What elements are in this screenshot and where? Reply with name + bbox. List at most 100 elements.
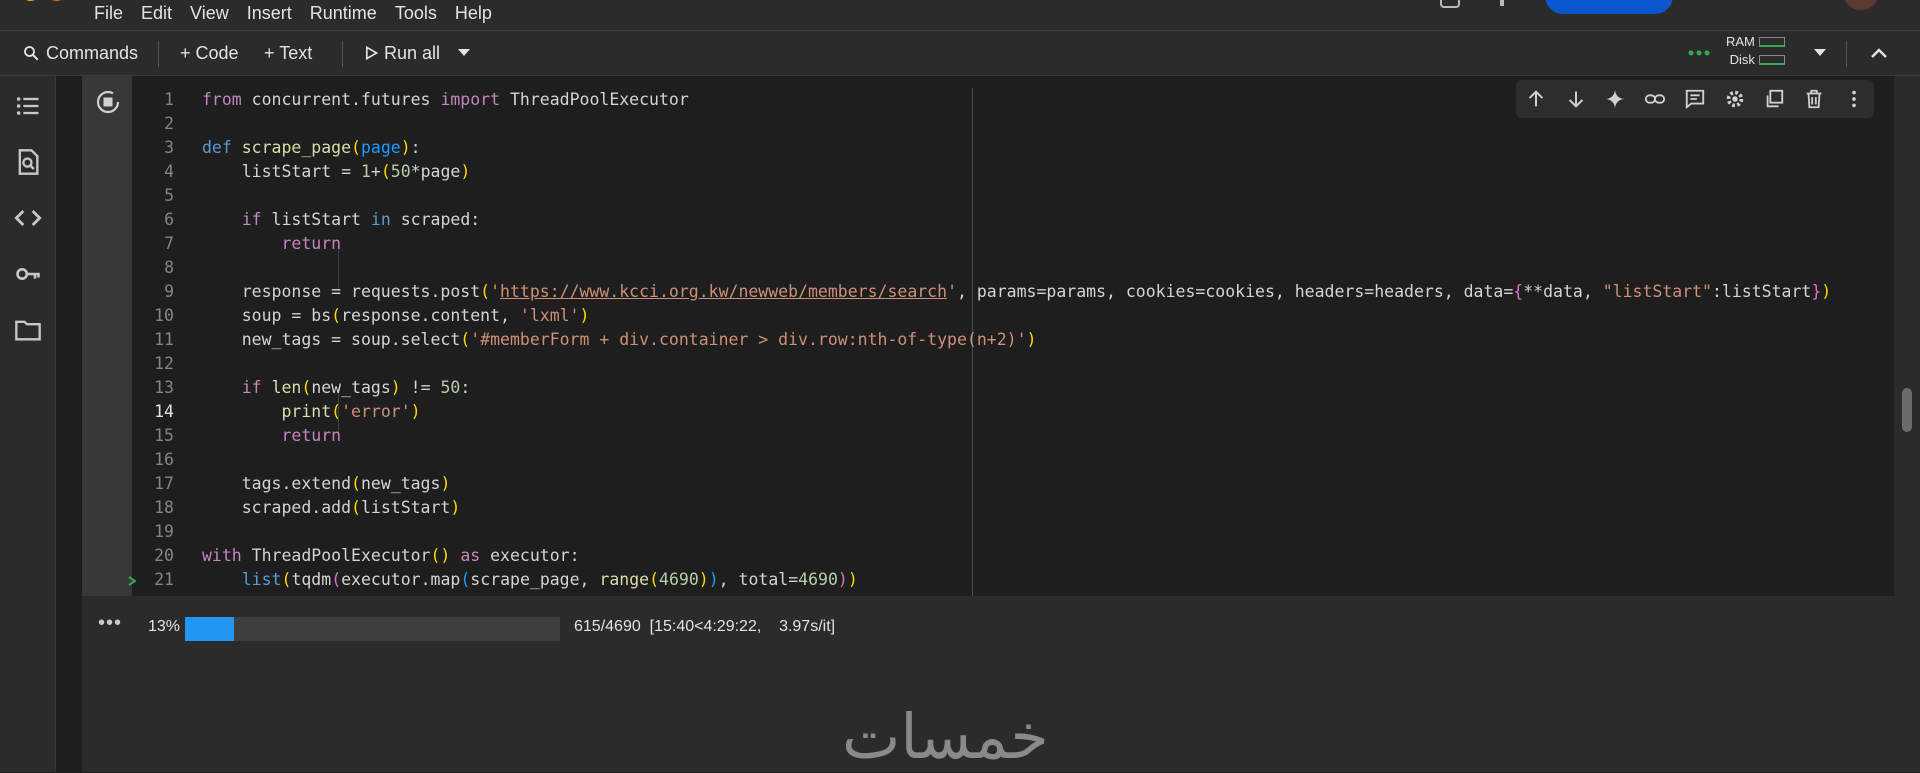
code-snippets-icon[interactable] bbox=[14, 204, 42, 232]
commands-button[interactable]: Commands bbox=[22, 31, 138, 75]
chevron-down-icon bbox=[458, 49, 470, 56]
runtime-status[interactable] bbox=[1688, 31, 1712, 75]
line-number: 18 bbox=[154, 498, 174, 517]
secrets-key-icon[interactable] bbox=[14, 260, 42, 288]
cell-gutter bbox=[82, 76, 132, 596]
notebook-toolbar: Commands + Code + Text Run all RAM Disk bbox=[0, 30, 1920, 76]
line-code: listStart = 1+(50*page) bbox=[202, 162, 471, 181]
disk-meter bbox=[1758, 55, 1785, 65]
chevron-up-icon bbox=[1871, 48, 1887, 58]
resource-monitor[interactable]: RAM Disk bbox=[1726, 33, 1785, 69]
menu-tools[interactable]: Tools bbox=[395, 0, 437, 26]
menu-file[interactable]: File bbox=[94, 0, 123, 26]
files-folder-icon[interactable] bbox=[14, 316, 42, 344]
line-number: 21 bbox=[154, 570, 174, 589]
line-code: def scrape_page(page): bbox=[202, 138, 421, 157]
line-code: new_tags = soup.select('#memberForm + di… bbox=[202, 330, 1037, 349]
menu-edit[interactable]: Edit bbox=[141, 0, 172, 26]
delete-icon[interactable] bbox=[1803, 88, 1825, 110]
add-text-label: + Text bbox=[264, 42, 313, 63]
colab-logo-icon bbox=[26, 0, 61, 1]
line-code: return bbox=[281, 234, 342, 253]
commands-label: Commands bbox=[46, 42, 139, 63]
toolbar-divider bbox=[158, 41, 159, 67]
fold-arrow-icon bbox=[128, 576, 136, 586]
main-menu: File Edit View Insert Runtime Tools Help bbox=[94, 0, 492, 26]
toolbar-divider bbox=[342, 41, 343, 67]
line-number: 1 bbox=[164, 90, 174, 109]
line-number: 19 bbox=[154, 522, 174, 541]
line-number: 11 bbox=[154, 330, 174, 349]
line-number: 13 bbox=[154, 378, 174, 397]
line-code: response = requests.post('https://www.kc… bbox=[202, 282, 1832, 301]
run-all-button[interactable]: Run all bbox=[364, 31, 440, 75]
connected-dots-icon bbox=[1688, 50, 1710, 56]
line-number: 12 bbox=[154, 354, 174, 373]
line-number: 7 bbox=[164, 234, 174, 253]
ram-meter bbox=[1758, 37, 1785, 47]
connect-pill-button[interactable] bbox=[1545, 0, 1673, 14]
menu-bar: File Edit View Insert Runtime Tools Help bbox=[0, 0, 1920, 30]
mirror-cell-icon[interactable] bbox=[1763, 88, 1785, 110]
table-of-contents-icon[interactable] bbox=[14, 92, 42, 120]
add-code-button[interactable]: + Code bbox=[180, 31, 239, 75]
line-code: with ThreadPoolExecutor() as executor: bbox=[202, 546, 580, 565]
run-all-label: Run all bbox=[384, 42, 441, 63]
line-number: 9 bbox=[164, 282, 174, 301]
comment-icon[interactable] bbox=[1684, 88, 1706, 110]
line-code: return bbox=[281, 426, 342, 445]
menu-view[interactable]: View bbox=[190, 0, 229, 26]
share-icon[interactable] bbox=[1500, 0, 1504, 6]
add-code-label: + Code bbox=[180, 42, 239, 63]
settings-gear-icon[interactable] bbox=[1724, 88, 1746, 110]
line-code: soup = bs(response.content, 'lxml') bbox=[202, 306, 590, 325]
line-number: 14 bbox=[154, 402, 174, 421]
line-number: 15 bbox=[154, 426, 174, 445]
line-number: 10 bbox=[154, 306, 174, 325]
line-number: 20 bbox=[154, 546, 174, 565]
progress-detail: 615/4690 [15:40<4:29:22, 3.97s/it] bbox=[574, 618, 836, 635]
line-number: 3 bbox=[164, 138, 174, 157]
line-number: 8 bbox=[164, 258, 174, 277]
line-number: 6 bbox=[164, 210, 174, 229]
link-icon[interactable] bbox=[1644, 88, 1666, 110]
move-up-icon[interactable] bbox=[1525, 88, 1547, 110]
add-text-button[interactable]: + Text bbox=[264, 31, 312, 75]
play-icon bbox=[365, 46, 378, 60]
avatar[interactable] bbox=[1844, 0, 1878, 10]
menu-runtime[interactable]: Runtime bbox=[310, 0, 377, 26]
line-code: scraped.add(listStart) bbox=[202, 498, 461, 517]
collapse-toolbar-button[interactable] bbox=[1870, 31, 1888, 75]
toolbar-divider bbox=[1846, 41, 1847, 67]
line-code: if listStart in scraped: bbox=[241, 210, 481, 229]
ram-label: RAM bbox=[1726, 34, 1755, 49]
menu-help[interactable]: Help bbox=[455, 0, 492, 26]
line-number: 16 bbox=[154, 450, 174, 469]
code-editor[interactable]: 1 from concurrent.futures import ThreadPo… bbox=[128, 76, 1894, 596]
move-down-icon[interactable] bbox=[1565, 88, 1587, 110]
line-code: print('error') bbox=[281, 402, 421, 421]
progress-bar bbox=[185, 617, 560, 641]
search-icon bbox=[24, 46, 39, 61]
activity-icon[interactable] bbox=[1440, 0, 1460, 8]
scrollbar-thumb[interactable] bbox=[1902, 388, 1912, 432]
stop-execution-icon[interactable] bbox=[96, 90, 120, 114]
watermark-logo: خمسات bbox=[842, 700, 1049, 773]
cell-toolbar bbox=[1516, 80, 1874, 118]
line-code: tags.extend(new_tags) bbox=[202, 474, 451, 493]
run-all-menu-button[interactable] bbox=[456, 31, 472, 75]
find-icon[interactable] bbox=[14, 148, 42, 176]
line-number: 5 bbox=[164, 186, 174, 205]
chevron-down-icon bbox=[1814, 49, 1826, 56]
more-vert-icon[interactable] bbox=[1843, 88, 1865, 110]
line-number: 2 bbox=[164, 114, 174, 133]
line-code: from concurrent.futures import ThreadPoo… bbox=[202, 90, 689, 109]
left-sidebar bbox=[0, 76, 56, 772]
progress-bar-fill bbox=[185, 617, 234, 641]
menu-insert[interactable]: Insert bbox=[247, 0, 292, 26]
line-number: 17 bbox=[154, 474, 174, 493]
resources-menu-button[interactable] bbox=[1812, 31, 1828, 75]
output-actions-button[interactable]: ••• bbox=[98, 612, 122, 635]
line-code: if len(new_tags) != 50: bbox=[241, 378, 471, 397]
sparkle-icon[interactable] bbox=[1604, 88, 1626, 110]
